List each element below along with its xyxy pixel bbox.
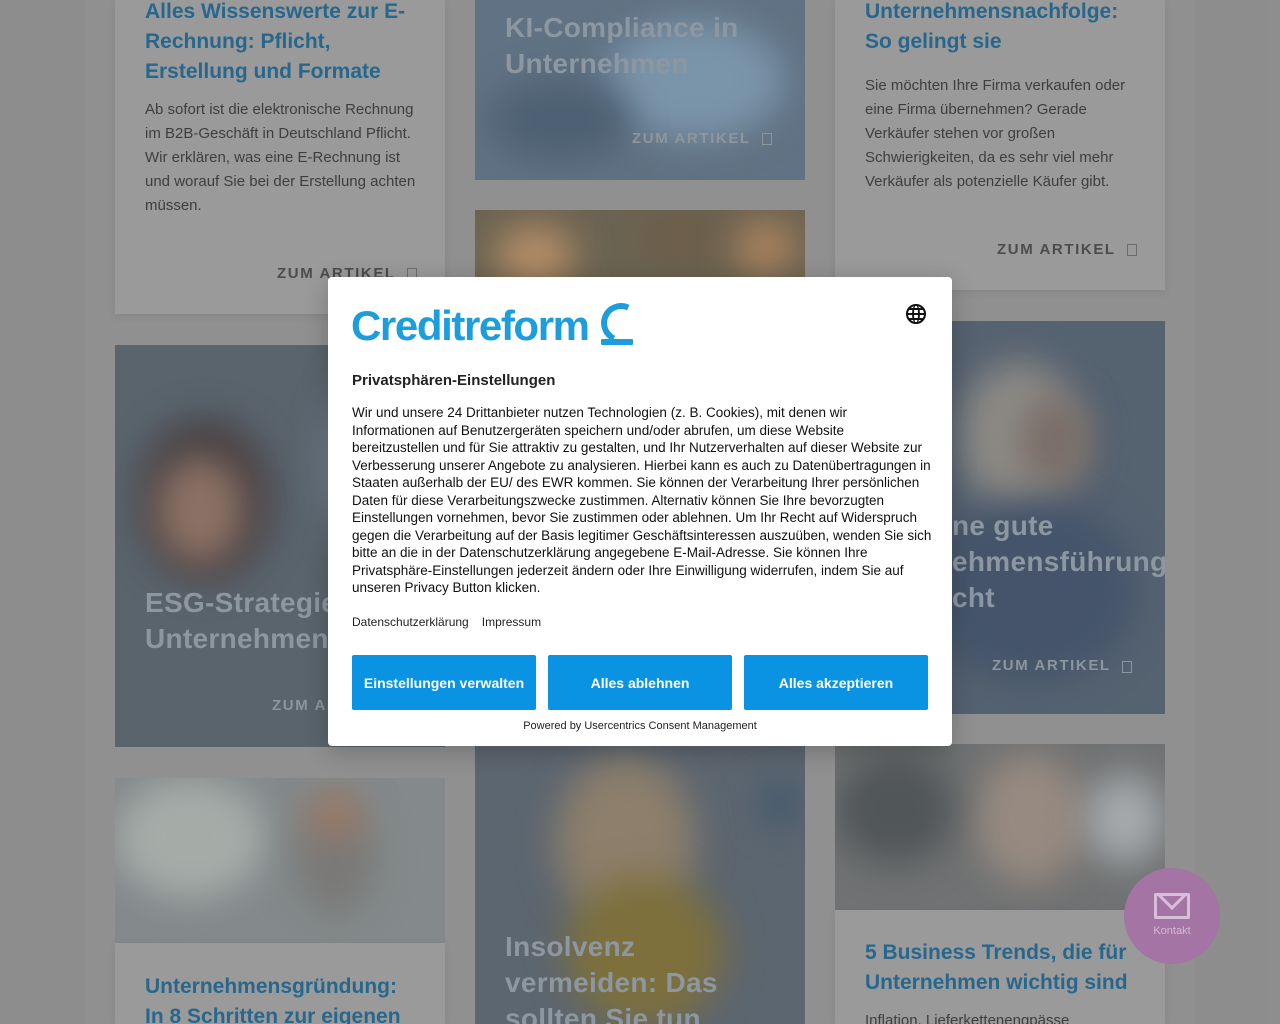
manage-settings-button[interactable]: Einstellungen verwalten xyxy=(352,655,536,710)
globe-icon[interactable] xyxy=(906,304,926,324)
privacy-policy-link[interactable]: Datenschutzerklärung xyxy=(352,615,469,629)
creditreform-symbol-icon xyxy=(594,297,647,349)
imprint-link[interactable]: Impressum xyxy=(482,615,541,629)
mail-icon xyxy=(1154,893,1190,919)
accept-all-button[interactable]: Alles akzeptieren xyxy=(744,655,928,710)
page: Alles Wissenswerte zur E-Rechnung: Pflic… xyxy=(0,0,1280,1024)
privacy-settings-dialog: Creditreform Privatsphären-Einstellungen… xyxy=(328,277,952,746)
privacy-dialog-title: Privatsphären-Einstellungen xyxy=(352,372,556,389)
powered-by-text: Powered by Usercentrics Consent Manageme… xyxy=(523,720,757,732)
contact-button[interactable]: Kontakt xyxy=(1124,868,1220,964)
logo-wordmark: Creditreform xyxy=(351,302,590,349)
contact-label: Kontakt xyxy=(1153,925,1191,937)
deny-all-button[interactable]: Alles ablehnen xyxy=(548,655,732,710)
privacy-dialog-text: Wir und unsere 24 Drittanbieter nutzen T… xyxy=(352,405,932,595)
legal-links: Datenschutzerklärung Impressum xyxy=(352,615,541,629)
creditreform-logo: Creditreform xyxy=(351,297,656,351)
